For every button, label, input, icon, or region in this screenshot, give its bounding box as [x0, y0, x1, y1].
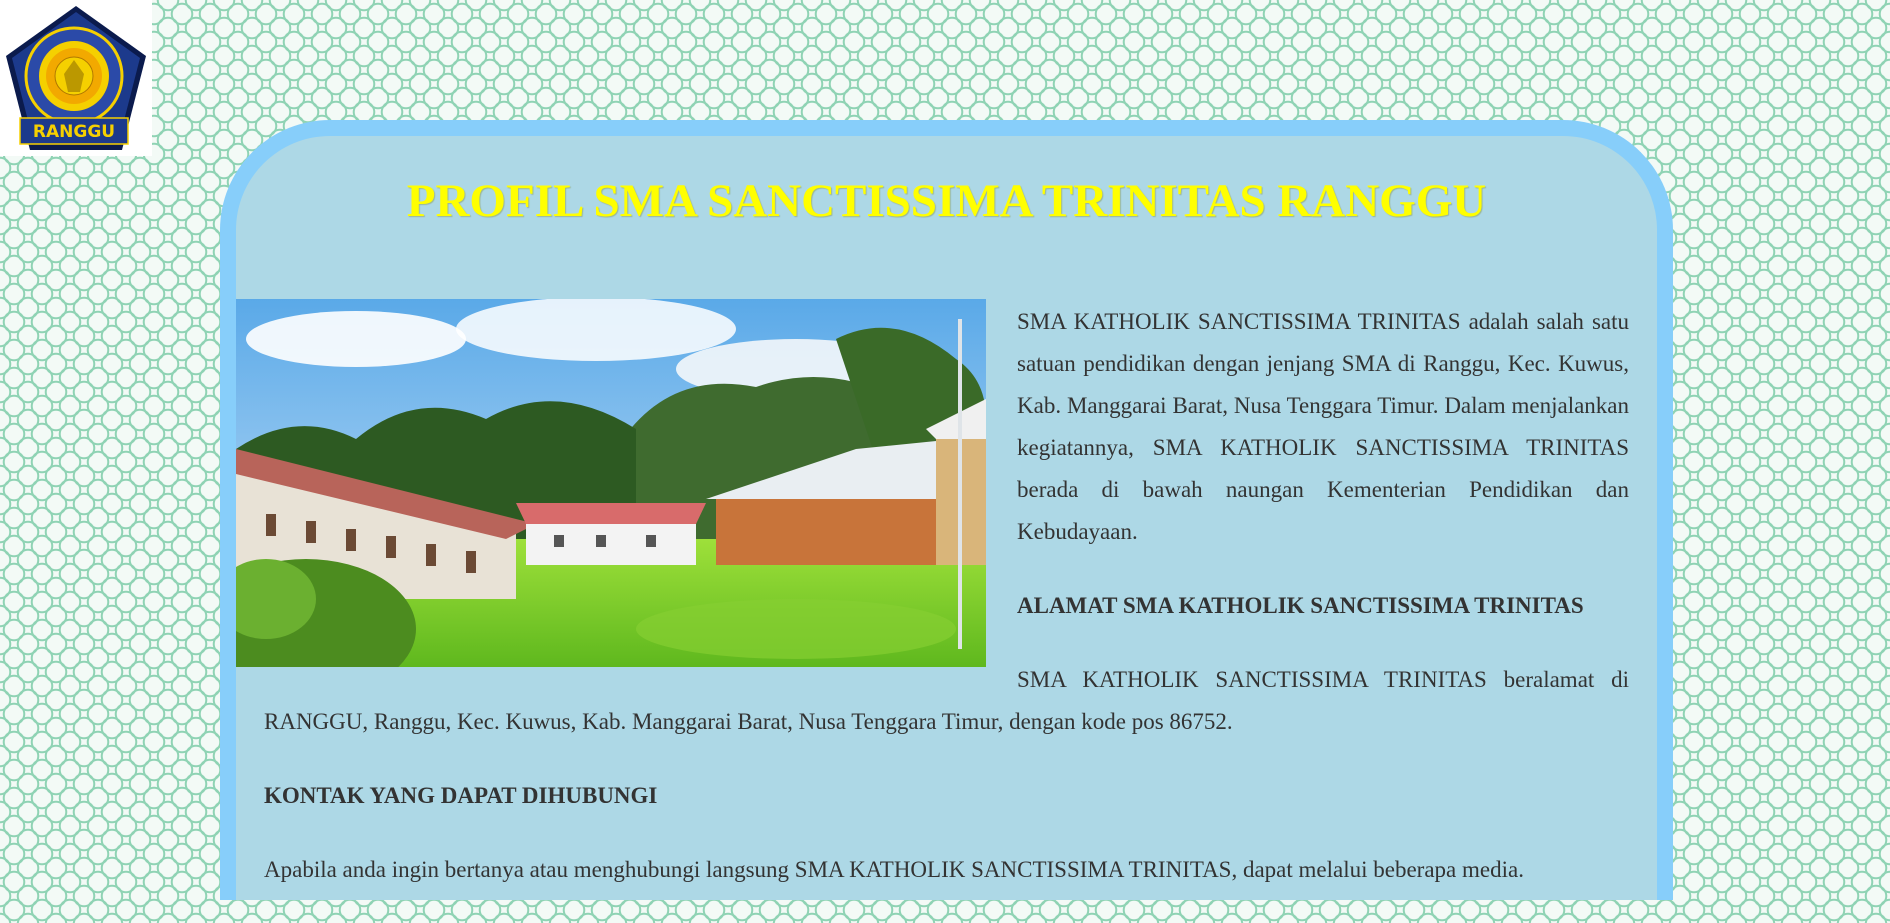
profile-card: PROFIL SMA SANCTISSIMA TRINITAS RANGGU S… [220, 120, 1673, 900]
page-title: PROFIL SMA SANCTISSIMA TRINITAS RANGGU [406, 175, 1487, 227]
logo-banner-text: RANGGU [33, 122, 115, 142]
school-logo-image: RANGGU [6, 6, 146, 150]
profile-content: SMA KATHOLIK SANCTISSIMA TRINITAS adalah… [264, 301, 1629, 923]
contact-paragraph: Apabila anda ingin bertanya atau menghub… [264, 857, 1524, 882]
school-logo: RANGGU [0, 0, 152, 156]
contact-heading: KONTAK YANG DAPAT DIHUBUNGI [264, 783, 658, 808]
